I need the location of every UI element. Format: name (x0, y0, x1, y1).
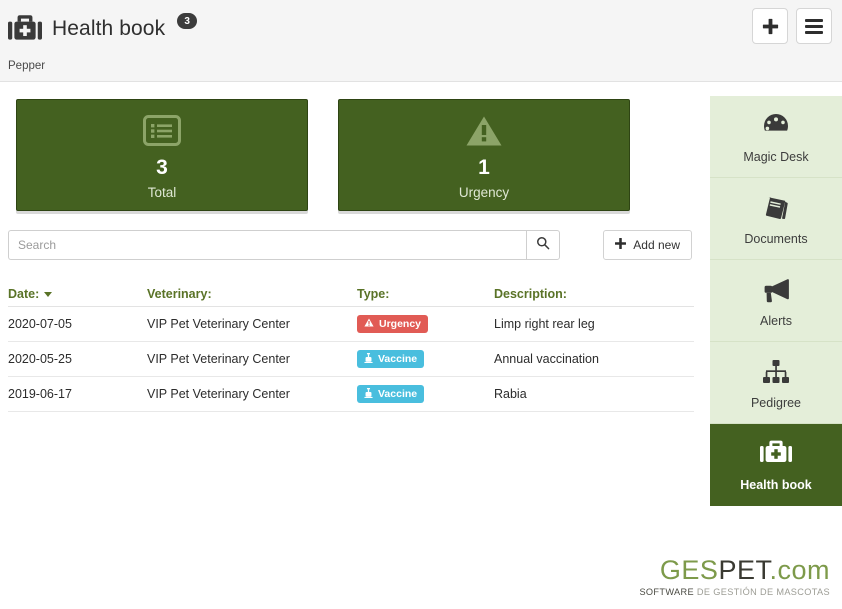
table-header-row: Date: Veterinary: Type: Description: (8, 281, 694, 307)
cell-description: Limp right rear leg (494, 317, 595, 331)
list-icon (143, 111, 181, 151)
logo-tagline-strong: SOFTWARE (639, 587, 694, 597)
syringe-icon (364, 352, 373, 366)
table-row[interactable]: 2020-07-05 VIP Pet Veterinary Center Urg… (8, 307, 694, 342)
stat-card-total[interactable]: 3 Total (16, 99, 308, 211)
page-title: Health book (52, 17, 166, 40)
cell-veterinary: VIP Pet Veterinary Center (147, 352, 290, 366)
chevron-down-icon (44, 292, 53, 297)
sidebar-item-label: Magic Desk (743, 149, 809, 164)
menu-button[interactable] (796, 8, 832, 44)
plus-icon (761, 17, 780, 36)
search-input[interactable] (8, 230, 526, 260)
stat-value: 1 (478, 155, 490, 179)
logo-part-com: .com (769, 555, 830, 585)
book-icon (762, 192, 790, 224)
sitemap-icon (762, 356, 790, 388)
table-row[interactable]: 2020-05-25 VIP Pet Veterinary Center Vac… (8, 342, 694, 377)
logo-part-pet: PET (718, 555, 770, 585)
pet-name-subtitle: Pepper (8, 60, 46, 72)
cell-date: 2020-05-25 (8, 352, 72, 366)
search-button[interactable] (526, 230, 560, 260)
status-badge-label: Vaccine (378, 388, 418, 400)
sidebar-item-pedigree[interactable]: Pedigree (710, 342, 842, 424)
sidebar-item-label: Documents (744, 231, 808, 246)
stat-cards: 3 Total 1 Urgency (16, 99, 630, 211)
header-count-badge: 3 (177, 13, 198, 29)
column-header-date-label: Date: (8, 286, 40, 301)
column-header-date[interactable]: Date: (8, 287, 147, 301)
column-header-type[interactable]: Type: (357, 287, 494, 301)
cell-date: 2020-07-05 (8, 317, 72, 331)
stat-label: Urgency (458, 184, 510, 200)
column-header-description[interactable]: Description: (494, 287, 694, 301)
plus-icon (615, 238, 627, 252)
header-title-row: Health book 3 (8, 12, 198, 46)
cell-description: Rabia (494, 387, 527, 401)
search-group (8, 230, 560, 260)
logo-wordmark: GESPET.com (639, 557, 830, 584)
cell-type: Vaccine (357, 350, 494, 368)
syringe-icon (364, 387, 373, 401)
cell-veterinary: VIP Pet Veterinary Center (147, 317, 290, 331)
warning-triangle-icon (364, 318, 374, 330)
status-badge: Vaccine (357, 350, 425, 368)
sidebar-item-health-book[interactable]: Health book (710, 424, 842, 506)
status-badge: Urgency (357, 315, 429, 333)
records-table: Date: Veterinary: Type: Description: 202… (8, 281, 694, 412)
add-new-button[interactable]: Add new (603, 230, 692, 260)
cell-type: Vaccine (357, 385, 494, 403)
stat-card-urgency[interactable]: 1 Urgency (338, 99, 630, 211)
logo-tagline: SOFTWARE DE GESTIÓN DE MASCOTAS (639, 587, 830, 597)
medical-bag-icon (760, 438, 792, 470)
cell-date: 2019-06-17 (8, 387, 72, 401)
gespet-logo: GESPET.com SOFTWARE DE GESTIÓN DE MASCOT… (639, 557, 830, 598)
dashboard-gauge-icon (761, 110, 791, 142)
sidebar-item-documents[interactable]: Documents (710, 178, 842, 260)
sidebar-item-alerts[interactable]: Alerts (710, 260, 842, 342)
cell-description: Annual vaccination (494, 352, 599, 366)
add-button[interactable] (752, 8, 788, 44)
medical-bag-icon (8, 12, 42, 46)
megaphone-icon (761, 274, 791, 306)
status-badge-label: Urgency (379, 318, 422, 330)
logo-part-ges: GES (659, 555, 719, 585)
sidebar-item-label: Pedigree (750, 395, 802, 410)
column-header-veterinary[interactable]: Veterinary: (147, 287, 357, 301)
warning-triangle-icon (465, 111, 503, 151)
search-icon (536, 236, 550, 255)
status-badge: Vaccine (357, 385, 425, 403)
sidebar-item-label: Alerts (760, 313, 792, 328)
stat-label: Total (147, 184, 177, 200)
status-badge-label: Vaccine (378, 353, 418, 365)
app-root: Health book 3 Pepper 3 Total 1 Urgency S… (0, 0, 842, 609)
sidebar: Magic Desk Documents Alerts Pedigree Hea… (710, 96, 842, 506)
page-header: Health book 3 Pepper (0, 0, 842, 82)
table-row[interactable]: 2019-06-17 VIP Pet Veterinary Center Vac… (8, 377, 694, 412)
logo-tagline-light: DE GESTIÓN DE MASCOTAS (696, 587, 830, 597)
stat-value: 3 (156, 155, 168, 179)
table-body: 2020-07-05 VIP Pet Veterinary Center Urg… (8, 307, 694, 412)
cell-type: Urgency (357, 315, 494, 333)
add-new-label: Add new (633, 238, 680, 252)
sidebar-item-label: Health book (740, 477, 812, 492)
sidebar-item-magic-desk[interactable]: Magic Desk (710, 96, 842, 178)
hamburger-menu-icon (804, 18, 824, 35)
cell-veterinary: VIP Pet Veterinary Center (147, 387, 290, 401)
toolbar: Add new (8, 230, 692, 260)
header-actions (752, 8, 832, 44)
